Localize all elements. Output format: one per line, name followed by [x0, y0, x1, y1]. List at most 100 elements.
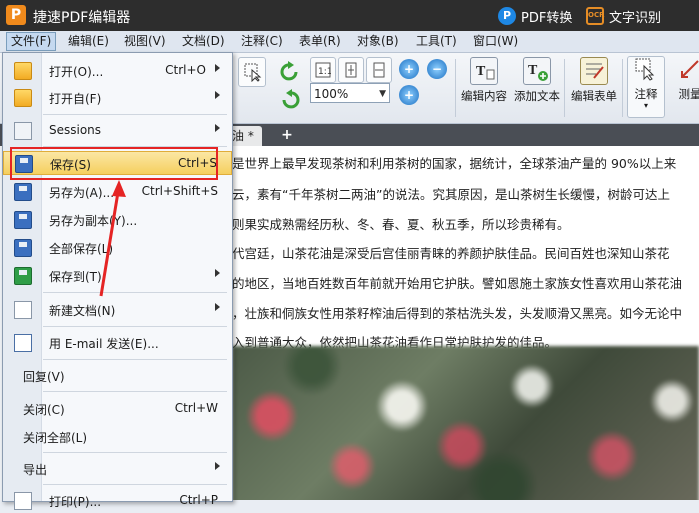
- menu-separator: [43, 292, 227, 293]
- fit-width-icon: [371, 62, 387, 78]
- menu-item-print[interactable]: 打印(P)... Ctrl+P: [3, 489, 232, 513]
- folder-icon: [14, 89, 32, 107]
- zoom-tool-icon[interactable]: +: [399, 85, 419, 105]
- select-cursor-icon: [243, 62, 263, 82]
- menu-item-close-all[interactable]: 关闭全部(L): [3, 425, 232, 449]
- rotate-clockwise-icon: [279, 61, 301, 83]
- menu-edit[interactable]: 编辑(E): [64, 33, 113, 50]
- menu-item-label: 保存到(T): [49, 268, 102, 285]
- menu-object[interactable]: 对象(B): [353, 33, 403, 50]
- highlight-box-annotation: [10, 147, 218, 180]
- menu-item-send-email[interactable]: 用 E-mail 发送(E)...: [3, 331, 232, 355]
- sessions-icon: [14, 122, 32, 140]
- menu-item-label: 另存为(A)...: [49, 184, 114, 201]
- measure-icon: [677, 57, 699, 83]
- zoom-in-icon[interactable]: +: [399, 59, 419, 79]
- annotation-dropdown-icon: ▾: [628, 102, 664, 110]
- document-text-line: 则果实成熟需经历秋、冬、春、夏、秋五季，所以珍贵稀有。: [232, 214, 570, 233]
- menu-item-revert[interactable]: 回复(V): [3, 364, 232, 388]
- document-text-line: ，壮族和侗族女性用茶籽榨油后得到的茶枯洗头发，头发顺滑又黑亮。如今无论中: [232, 303, 682, 322]
- select-tool-button[interactable]: [238, 57, 266, 87]
- menu-comment[interactable]: 注释(C): [237, 33, 287, 50]
- document-page[interactable]: 是世界上最早发现茶树和利用茶树的国家，据统计，全球茶油产量的 90%以上来 云，…: [232, 146, 699, 500]
- menu-item-shortcut: Ctrl+Shift+S: [142, 184, 218, 198]
- zoom-value: 100%: [314, 87, 348, 101]
- add-text-icon: T: [523, 57, 551, 85]
- title-bar: P 捷速PDF编辑器 P PDF转换 OCR 文字识别: [0, 0, 699, 31]
- menu-separator: [43, 391, 227, 392]
- toolbar-separator: [622, 59, 623, 117]
- menu-item-new-document[interactable]: 新建文档(N): [3, 298, 232, 322]
- rotate-ccw-button[interactable]: [275, 85, 303, 113]
- menu-bar: 文件(F) 编辑(E) 视图(V) 文档(D) 注释(C) 表单(R) 对象(B…: [0, 31, 699, 53]
- add-text-label: 添加文本: [514, 89, 560, 103]
- menu-item-save-as[interactable]: 另存为(A)... Ctrl+Shift+S: [3, 180, 232, 204]
- svg-text:T: T: [528, 63, 538, 78]
- menu-item-save-to[interactable]: 保存到(T): [3, 264, 232, 288]
- rotate-cw-button[interactable]: [275, 57, 303, 85]
- menu-item-label: 关闭(C): [23, 401, 65, 418]
- zoom-out-icon[interactable]: −: [427, 59, 447, 79]
- add-tab-icon[interactable]: +: [280, 128, 294, 142]
- measure-label: 测量: [679, 87, 699, 101]
- menu-form[interactable]: 表单(R): [295, 33, 345, 50]
- submenu-arrow-icon: [215, 124, 220, 132]
- menu-tools[interactable]: 工具(T): [412, 33, 461, 50]
- edit-content-button[interactable]: T 编辑内容: [460, 57, 508, 104]
- menu-item-export[interactable]: 导出: [3, 457, 232, 481]
- menu-item-open[interactable]: 打开(O)... Ctrl+O: [3, 59, 232, 83]
- menu-item-label: 全部保存(L): [49, 240, 113, 257]
- camellia-photo: [232, 346, 699, 500]
- document-text-line: 云，素有“千年茶树二两油”的说法。究其原因，是山茶树生长缓慢，树龄可达上: [232, 184, 670, 203]
- menu-item-sessions[interactable]: Sessions: [3, 119, 232, 143]
- ocr-icon: OCR: [586, 7, 604, 25]
- menu-item-shortcut: Ctrl+W: [175, 401, 218, 415]
- fit-width-button[interactable]: [366, 57, 392, 83]
- add-text-button[interactable]: T 添加文本: [512, 57, 562, 104]
- menu-item-shortcut: Ctrl+P: [179, 493, 218, 507]
- app-logo-icon: P: [6, 5, 26, 25]
- print-icon: [14, 492, 32, 510]
- zoom-dropdown-icon: ▼: [379, 84, 386, 104]
- actual-size-button[interactable]: 1:1: [310, 57, 336, 83]
- menu-item-label: 打印(P)...: [49, 493, 101, 510]
- edit-form-button[interactable]: 编辑表单: [568, 57, 620, 104]
- menu-view[interactable]: 视图(V): [120, 33, 170, 50]
- menu-file[interactable]: 文件(F): [6, 32, 56, 51]
- menu-item-label: 回复(V): [23, 368, 65, 385]
- annotation-button[interactable]: 注释 ▾: [627, 56, 665, 118]
- menu-document[interactable]: 文档(D): [178, 33, 229, 50]
- folder-icon: [14, 62, 32, 80]
- submenu-arrow-icon: [215, 91, 220, 99]
- pdf-convert-button[interactable]: P PDF转换: [498, 5, 572, 27]
- menu-item-save-copy[interactable]: 另存为副本(Y)...: [3, 208, 232, 232]
- measure-button[interactable]: 测量: [672, 57, 699, 102]
- menu-item-close[interactable]: 关闭(C) Ctrl+W: [3, 397, 232, 421]
- edit-form-label: 编辑表单: [571, 89, 617, 103]
- pdf-convert-label: PDF转换: [521, 7, 572, 26]
- menu-item-open-from[interactable]: 打开自(F): [3, 86, 232, 110]
- menu-item-label: 另存为副本(Y)...: [49, 212, 137, 229]
- zoom-select[interactable]: 100% ▼: [310, 83, 390, 103]
- menu-item-save-all[interactable]: 全部保存(L): [3, 236, 232, 260]
- document-text-line: 的地区，当地百姓数百年前就开始用它护肤。譬如恩施土家族女性喜欢用山茶花油: [232, 273, 682, 292]
- save-all-icon: [14, 239, 32, 257]
- submenu-arrow-icon: [215, 462, 220, 470]
- email-icon: [14, 334, 32, 352]
- save-copy-icon: [14, 211, 32, 229]
- ocr-button[interactable]: OCR 文字识别: [586, 5, 661, 27]
- menu-item-shortcut: Ctrl+O: [165, 63, 206, 77]
- fit-page-button[interactable]: [338, 57, 364, 83]
- toolbar-separator: [564, 59, 565, 117]
- save-to-icon: [14, 267, 32, 285]
- toolbar-separator: [455, 59, 456, 117]
- annotation-cursor-icon: [633, 57, 659, 83]
- menu-window[interactable]: 窗口(W): [469, 33, 522, 50]
- rotate-counterclockwise-icon: [279, 89, 301, 111]
- menu-item-label: 用 E-mail 发送(E)...: [49, 335, 159, 352]
- edit-content-icon: T: [470, 57, 498, 85]
- edit-content-label: 编辑内容: [461, 89, 507, 103]
- fit-page-icon: [343, 62, 359, 78]
- ocr-label: 文字识别: [609, 7, 661, 26]
- menu-item-label: 新建文档(N): [49, 302, 115, 319]
